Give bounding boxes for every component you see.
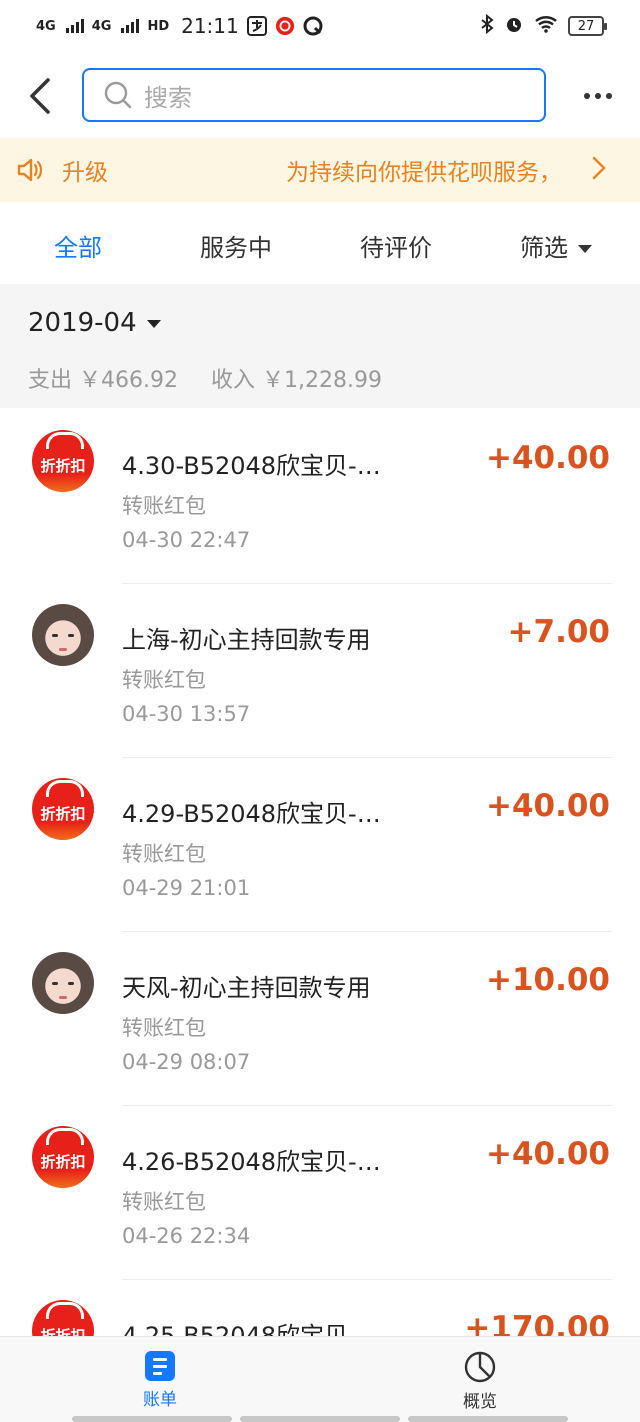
record-amount: +40.00 [485, 788, 610, 824]
month-selector[interactable]: 2019-04 [28, 308, 161, 338]
bill-list[interactable]: 折折扣 4.30-B52048欣宝贝-… +40.00 转账红包 04-30 2… [0, 410, 640, 1336]
hd-label: HD [147, 18, 170, 34]
signal-1-label: 4G [36, 18, 56, 34]
list-item[interactable]: 天风-初心主持回款专用 +10.00 转账红包 04-29 08:07 [0, 932, 640, 1106]
record-type: 转账红包 [122, 842, 206, 866]
list-item[interactable]: 折折扣 4.29-B52048欣宝贝-… +40.00 转账红包 04-29 2… [0, 758, 640, 932]
shop-avatar: 折折扣 [32, 1126, 94, 1188]
notice-bar[interactable]: 升级 为持续向你提供花呗服务， [0, 138, 640, 202]
record-time: 04-26 22:34 [122, 1224, 251, 1248]
avatar-text: 折折扣 [40, 1152, 86, 1171]
q-icon [303, 16, 323, 36]
top-bar: 搜索 [0, 60, 640, 132]
record-title: 4.26-B52048欣宝贝-… [122, 1148, 381, 1176]
record-type: 转账红包 [122, 1190, 206, 1214]
signal-2-label: 4G [91, 18, 112, 34]
month-header: 2019-04 支出 ￥466.92 收入 ￥1,228.99 [0, 284, 640, 408]
list-item[interactable]: 折折扣 4.25-B52048欣宝贝-… +170.00 [0, 1280, 640, 1336]
record-amount: +40.00 [485, 1136, 610, 1172]
list-item[interactable]: 折折扣 4.26-B52048欣宝贝-… +40.00 转账红包 04-26 2… [0, 1106, 640, 1280]
month-income: 收入 ￥1,228.99 [210, 368, 382, 393]
caret-down-icon [578, 245, 592, 253]
record-amount: +10.00 [485, 962, 610, 998]
month-label: 2019-04 [28, 308, 137, 338]
search-placeholder: 搜索 [144, 83, 192, 112]
wifi-icon [534, 15, 558, 38]
record-time: 04-30 13:57 [122, 702, 251, 726]
record-type: 转账红包 [122, 1016, 206, 1040]
more-button[interactable] [572, 60, 624, 132]
notice-text-left: 升级 [62, 160, 108, 186]
bottom-nav: 账单 概览 [0, 1336, 640, 1422]
app-icon [275, 16, 295, 36]
pie-chart-icon [464, 1351, 496, 1383]
tab-all[interactable]: 全部 [54, 228, 102, 263]
record-time: 04-29 08:07 [122, 1050, 251, 1074]
record-type: 转账红包 [122, 494, 206, 518]
shop-avatar: 折折扣 [32, 430, 94, 492]
record-title: 4.30-B52048欣宝贝-… [122, 452, 381, 480]
clock: 21:11 [181, 14, 239, 38]
shop-avatar: 折折扣 [32, 778, 94, 840]
alarm-icon [504, 14, 524, 39]
record-amount: +7.00 [507, 614, 610, 650]
back-button[interactable] [0, 60, 80, 132]
tab-in-service[interactable]: 服务中 [200, 228, 272, 263]
record-title: 4.29-B52048欣宝贝-… [122, 800, 381, 828]
month-expense: 支出 ￥466.92 [28, 368, 178, 393]
nav-bill-label: 账单 [143, 1390, 177, 1410]
record-title: 天风-初心主持回款专用 [122, 974, 371, 1002]
filter-label: 筛选 [520, 234, 568, 262]
signal-2-icon [121, 19, 140, 33]
tab-bar: 全部 服务中 待评价 筛选 [0, 202, 640, 284]
person-avatar [32, 604, 94, 666]
list-item[interactable]: 折折扣 4.30-B52048欣宝贝-… +40.00 转账红包 04-30 2… [0, 410, 640, 584]
record-amount: +40.00 [485, 440, 610, 476]
battery-level: 27 [577, 18, 595, 34]
list-item[interactable]: 上海-初心主持回款专用 +7.00 转账红包 04-30 13:57 [0, 584, 640, 758]
record-type: 转账红包 [122, 668, 206, 692]
search-input[interactable]: 搜索 [82, 68, 546, 122]
signal-1-icon [65, 19, 84, 33]
battery-icon: 27 [568, 16, 607, 36]
speaker-icon [0, 157, 60, 183]
search-icon [104, 81, 132, 109]
nav-overview-label: 概览 [463, 1392, 497, 1412]
nav-overview[interactable]: 概览 [420, 1351, 540, 1412]
tab-to-review[interactable]: 待评价 [360, 228, 432, 263]
caret-down-icon [146, 319, 161, 328]
avatar-text: 折折扣 [40, 456, 86, 475]
record-amount: +170.00 [464, 1310, 610, 1336]
record-time: 04-29 21:01 [122, 876, 251, 900]
status-bar: 4G 4G HD 21:11 27 [0, 0, 640, 52]
month-summary: 支出 ￥466.92 收入 ￥1,228.99 [28, 362, 408, 394]
alipay-icon [246, 16, 267, 36]
record-title: 上海-初心主持回款专用 [122, 626, 371, 654]
nav-bill[interactable]: 账单 [100, 1351, 220, 1410]
gesture-bar [72, 1416, 568, 1422]
chevron-left-icon [30, 78, 50, 114]
shop-avatar: 折折扣 [32, 1300, 94, 1336]
chevron-right-icon [592, 156, 606, 186]
avatar-text: 折折扣 [40, 1326, 86, 1337]
bill-icon [145, 1351, 175, 1381]
tab-filter[interactable]: 筛选 [520, 228, 592, 263]
person-avatar [32, 952, 94, 1014]
notice-text-right: 为持续向你提供花呗服务， [286, 160, 562, 186]
record-title: 4.25-B52048欣宝贝-… [122, 1322, 381, 1336]
bluetooth-icon [480, 13, 494, 39]
avatar-text: 折折扣 [40, 804, 86, 823]
record-time: 04-30 22:47 [122, 528, 251, 552]
